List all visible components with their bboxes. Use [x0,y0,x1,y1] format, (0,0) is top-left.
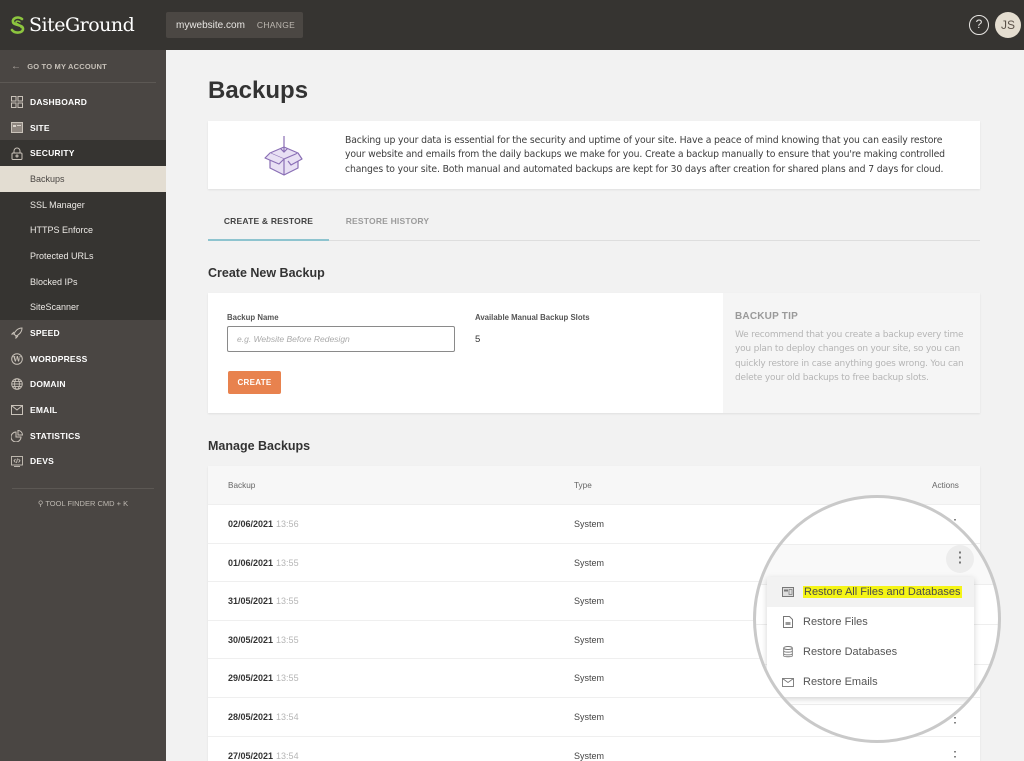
backup-date: 31/05/2021 [228,596,274,607]
backup-time: 13:55 [276,557,299,568]
current-site-name: mywebsite.com [176,19,245,31]
site-icon [11,122,23,134]
tab-create-restore[interactable]: CREATE & RESTORE [208,207,329,241]
sidebar-item-label: SECURITY [30,148,75,159]
lock-icon [11,147,23,160]
backup-time: 13:55 [276,634,299,645]
sidebar-item-speed[interactable]: SPEED [0,320,166,346]
sidebar-item-label: SITE [30,122,50,133]
siteground-logo-icon [10,16,25,34]
backup-type: System [574,557,605,568]
page-title: Backups [208,77,309,104]
manage-backups-title: Manage Backups [208,439,311,453]
sidebar-item-dashboard[interactable]: DASHBOARD [0,89,166,115]
backup-date: 01/06/2021 [228,557,274,568]
backup-tip-panel: BACKUP TIP We recommend that you create … [723,293,980,413]
sidebar-subitem-https-enforce[interactable]: HTTPS Enforce [0,217,166,243]
tool-finder-button[interactable]: ⚲ TOOL FINDER CMD + K [12,488,154,508]
security-group: SECURITY Backups SSL Manager HTTPS Enfor… [0,140,166,321]
help-icon[interactable]: ? [969,15,989,35]
sidebar-subitem-blocked-ips[interactable]: Blocked IPs [0,269,166,295]
backup-date: 28/05/2021 [228,711,274,722]
backup-type: System [574,750,605,761]
sidebar-item-label: WORDPRESS [30,353,88,364]
more-actions-icon[interactable]: ⋮ [955,712,967,726]
backup-time: 13:55 [276,596,299,607]
backup-date: 27/05/2021 [228,750,274,761]
backup-name-input[interactable] [227,326,455,352]
backup-box-icon [264,135,304,182]
wordpress-icon: W [11,352,23,365]
backup-type: System [574,519,605,529]
backup-name-label: Backup Name [227,313,279,322]
change-site-button[interactable]: CHANGE [257,20,295,30]
top-bar: SiteGround mywebsite.com CHANGE ? JS [0,0,1024,50]
sidebar-item-label: DEVS [30,456,54,467]
backup-time: 13:54 [276,750,299,761]
backup-date: 29/05/2021 [228,673,274,684]
sidebar-item-label: EMAIL [30,405,58,416]
create-backup-title: Create New Backup [208,266,325,280]
logo-text: SiteGround [29,14,135,36]
backup-time: 13:56 [276,519,299,529]
backup-date: 30/05/2021 [228,634,274,645]
backup-tip-title: BACKUP TIP [735,311,798,322]
search-icon: ⚲ [37,499,44,509]
column-header-backup: Backup [228,481,256,490]
backup-tip-text: We recommend that you create a backup ev… [735,330,964,383]
tab-restore-history[interactable]: RESTORE HISTORY [330,207,445,241]
dashboard-icon [11,95,23,108]
user-avatar[interactable]: JS [995,12,1021,38]
create-backup-card: Backup Name Available Manual Backup Slot… [208,293,980,413]
backup-type: System [574,673,605,684]
pie-chart-icon [11,429,23,442]
intro-text: Backing up your data is essential for th… [345,135,945,175]
sidebar-item-label: DASHBOARD [30,96,88,107]
backup-type: System [574,711,605,722]
backup-time: 13:55 [276,673,299,684]
globe-icon [11,378,23,391]
sidebar-subitem-sitescanner[interactable]: SiteScanner [0,295,166,321]
tool-finder-label: TOOL FINDER CMD + K [45,499,129,509]
backup-type: System [574,634,605,645]
go-to-my-account-label: GO TO MY ACCOUNT [27,61,107,71]
magnifier-ring [753,495,1001,743]
backup-slots-label: Available Manual Backup Slots [475,313,590,322]
sidebar-item-statistics[interactable]: STATISTICS [0,423,166,449]
sidebar-subitem-ssl-manager[interactable]: SSL Manager [0,192,166,218]
sidebar-item-devs[interactable]: DEVS [0,449,166,475]
sidebar-item-label: SPEED [30,328,60,339]
sidebar-subitem-backups[interactable]: Backups [0,166,166,192]
code-icon [11,455,23,467]
site-switcher[interactable]: mywebsite.com CHANGE [166,12,303,38]
column-header-type: Type [574,481,592,490]
rocket-icon [11,327,23,340]
go-to-my-account-link[interactable]: ← GO TO MY ACCOUNT [0,50,156,83]
svg-text:W: W [12,354,21,363]
sidebar: ← GO TO MY ACCOUNT DASHBOARD SITE SECURI… [0,50,166,761]
sidebar-item-label: DOMAIN [30,379,66,390]
envelope-icon [11,404,23,416]
intro-card: Backing up your data is essential for th… [208,121,980,189]
backup-type: System [574,596,605,607]
sidebar-item-site[interactable]: SITE [0,115,166,141]
more-actions-icon[interactable]: ⋮ [948,746,962,761]
create-backup-button[interactable]: CREATE [228,371,281,394]
sidebar-item-domain[interactable]: DOMAIN [0,372,166,398]
sidebar-subitem-protected-urls[interactable]: Protected URLs [0,243,166,269]
sidebar-item-label: STATISTICS [30,430,81,441]
tabs: CREATE & RESTORE RESTORE HISTORY [208,207,980,241]
backup-time: 13:54 [276,711,299,722]
siteground-logo[interactable]: SiteGround [9,14,135,36]
sidebar-item-wordpress[interactable]: W WORDPRESS [0,346,166,372]
arrow-left-icon: ← [11,60,22,72]
column-header-actions: Actions [932,481,959,490]
backup-slots-value: 5 [475,334,481,345]
sidebar-item-email[interactable]: EMAIL [0,397,166,423]
sidebar-item-security[interactable]: SECURITY [0,140,166,166]
backup-date: 02/06/2021 [228,519,274,529]
